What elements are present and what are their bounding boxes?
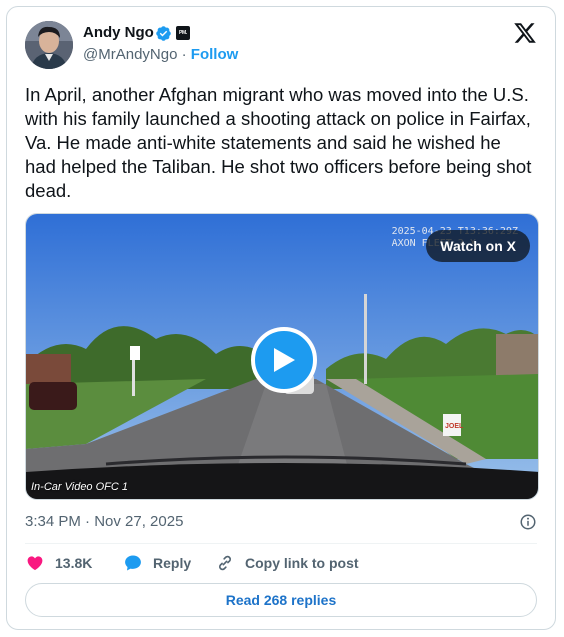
author-handle[interactable]: @MrAndyNgo bbox=[83, 46, 177, 63]
read-replies-button[interactable]: Read 268 replies bbox=[25, 583, 537, 617]
verified-badge-icon bbox=[156, 26, 171, 41]
action-bar: 13.8K Reply Copy link to post bbox=[25, 551, 537, 575]
watch-on-x-button[interactable]: Watch on X bbox=[426, 230, 530, 262]
info-icon[interactable] bbox=[519, 513, 537, 531]
handle-row: @MrAndyNgo · Follow bbox=[83, 45, 238, 65]
separator-dot: · bbox=[181, 46, 187, 63]
video-player[interactable]: JOEL 2025-04-23 T13:36:29Z AXON FLEET 2 … bbox=[25, 213, 539, 500]
play-icon bbox=[274, 348, 295, 372]
video-caption: In-Car Video OFC 1 bbox=[31, 481, 129, 493]
road-sign-text: JOEL bbox=[445, 423, 464, 430]
like-count: 13.8K bbox=[55, 555, 93, 571]
reply-button[interactable]: Reply bbox=[123, 551, 191, 575]
author-name[interactable]: Andy Ngo bbox=[83, 23, 154, 43]
link-icon bbox=[219, 555, 231, 571]
tweet-text: In April, another Afghan migrant who was… bbox=[25, 84, 532, 201]
heart-icon bbox=[27, 556, 43, 571]
divider bbox=[25, 543, 537, 544]
play-button[interactable] bbox=[251, 327, 317, 393]
avatar[interactable] bbox=[25, 21, 73, 69]
copy-link-button[interactable]: Copy link to post bbox=[215, 551, 359, 575]
post-timestamp[interactable]: 3:34 PM · Nov 27, 2025 bbox=[25, 512, 183, 532]
reply-icon bbox=[125, 555, 141, 571]
x-logo-icon[interactable] bbox=[513, 21, 537, 45]
reply-label: Reply bbox=[153, 555, 192, 571]
like-button[interactable]: 13.8K bbox=[25, 551, 92, 575]
tweet-card: Andy Ngo PM. @MrAndyNgo · Follow In Apri… bbox=[6, 6, 556, 630]
affiliation-badge-icon: PM. bbox=[176, 26, 190, 40]
copy-link-label: Copy link to post bbox=[245, 555, 359, 571]
follow-button[interactable]: Follow bbox=[191, 46, 239, 63]
